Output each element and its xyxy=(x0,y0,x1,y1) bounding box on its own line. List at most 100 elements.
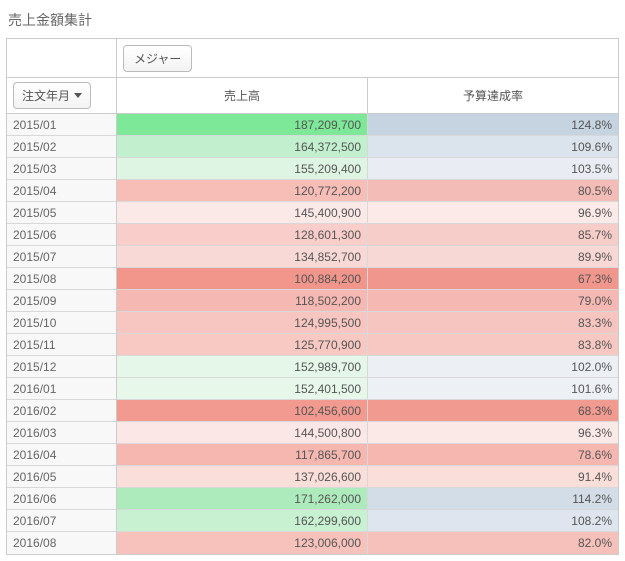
cell-rate[interactable]: 103.5% xyxy=(368,158,618,179)
row-label: 2015/07 xyxy=(7,246,116,268)
cell-rate[interactable]: 89.9% xyxy=(368,246,618,267)
cell-rate[interactable]: 68.3% xyxy=(368,400,618,421)
cell-sales[interactable]: 144,500,800 xyxy=(117,422,368,443)
row-label-cell[interactable]: 2015/05 xyxy=(7,202,116,223)
row-label-cell[interactable]: 2015/06 xyxy=(7,224,116,245)
cell-sales[interactable]: 162,299,600 xyxy=(117,510,368,531)
cell-sales[interactable]: 145,400,900 xyxy=(117,202,368,223)
cell-rate[interactable]: 80.5% xyxy=(368,180,618,201)
dimension-dropdown[interactable]: 注文年月 xyxy=(13,82,91,109)
cell-sales[interactable]: 152,989,700 xyxy=(117,356,368,377)
row-label: 2016/02 xyxy=(7,400,116,422)
table-row: 125,770,90083.8% xyxy=(117,334,618,356)
row-label-cell[interactable]: 2016/03 xyxy=(7,422,116,443)
row-header-pane: 注文年月 2015/012015/022015/032015/042015/05… xyxy=(7,39,117,554)
row-label-cell[interactable]: 2015/04 xyxy=(7,180,116,201)
cell-sales[interactable]: 125,770,900 xyxy=(117,334,368,355)
cell-rate[interactable]: 82.0% xyxy=(368,532,618,554)
row-label: 2015/03 xyxy=(7,158,116,180)
row-label-cell[interactable]: 2015/02 xyxy=(7,136,116,157)
column-header-sales[interactable]: 売上高 xyxy=(117,78,368,113)
column-headers: 売上高 予算達成率 xyxy=(117,78,618,114)
cell-rate[interactable]: 108.2% xyxy=(368,510,618,531)
cell-rate[interactable]: 114.2% xyxy=(368,488,618,509)
table-row: 162,299,600108.2% xyxy=(117,510,618,532)
cell-rate[interactable]: 78.6% xyxy=(368,444,618,465)
row-label: 2016/07 xyxy=(7,510,116,532)
row-label-cell[interactable]: 2016/07 xyxy=(7,510,116,531)
table-row: 102,456,60068.3% xyxy=(117,400,618,422)
cell-sales[interactable]: 137,026,600 xyxy=(117,466,368,487)
data-pane: メジャー 売上高 予算達成率 187,209,700124.8%164,372,… xyxy=(117,39,618,554)
cell-sales[interactable]: 117,865,700 xyxy=(117,444,368,465)
row-label: 2015/05 xyxy=(7,202,116,224)
cell-sales[interactable]: 152,401,500 xyxy=(117,378,368,399)
row-label-cell[interactable]: 2015/10 xyxy=(7,312,116,333)
measure-button[interactable]: メジャー xyxy=(123,45,192,72)
row-label-cell[interactable]: 2016/04 xyxy=(7,444,116,465)
cell-rate[interactable]: 124.8% xyxy=(368,114,618,135)
row-label: 2016/01 xyxy=(7,378,116,400)
row-label-cell[interactable]: 2016/08 xyxy=(7,532,116,554)
row-label: 2015/02 xyxy=(7,136,116,158)
cell-sales[interactable]: 187,209,700 xyxy=(117,114,368,135)
row-label-cell[interactable]: 2016/05 xyxy=(7,466,116,487)
row-labels: 2015/012015/022015/032015/042015/052015/… xyxy=(7,114,116,554)
row-label: 2016/04 xyxy=(7,444,116,466)
table-row: 118,502,20079.0% xyxy=(117,290,618,312)
table-row: 123,006,00082.0% xyxy=(117,532,618,554)
table-row: 171,262,000114.2% xyxy=(117,488,618,510)
cell-sales[interactable]: 164,372,500 xyxy=(117,136,368,157)
cell-rate[interactable]: 83.3% xyxy=(368,312,618,333)
measure-header-cell: メジャー xyxy=(117,39,618,78)
table-row: 124,995,50083.3% xyxy=(117,312,618,334)
cell-sales[interactable]: 120,772,200 xyxy=(117,180,368,201)
table-row: 120,772,20080.5% xyxy=(117,180,618,202)
row-label-cell[interactable]: 2016/06 xyxy=(7,488,116,509)
cell-sales[interactable]: 171,262,000 xyxy=(117,488,368,509)
cell-sales[interactable]: 102,456,600 xyxy=(117,400,368,421)
table-row: 117,865,70078.6% xyxy=(117,444,618,466)
cell-sales[interactable]: 118,502,200 xyxy=(117,290,368,311)
cell-rate[interactable]: 67.3% xyxy=(368,268,618,289)
cell-rate[interactable]: 85.7% xyxy=(368,224,618,245)
cell-rate[interactable]: 102.0% xyxy=(368,356,618,377)
row-label: 2016/08 xyxy=(7,532,116,554)
row-label-cell[interactable]: 2015/01 xyxy=(7,114,116,135)
row-label-cell[interactable]: 2015/09 xyxy=(7,290,116,311)
pivot-table: 注文年月 2015/012015/022015/032015/042015/05… xyxy=(6,38,619,555)
cell-rate[interactable]: 109.6% xyxy=(368,136,618,157)
row-label-cell[interactable]: 2015/08 xyxy=(7,268,116,289)
cell-sales[interactable]: 100,884,200 xyxy=(117,268,368,289)
row-label-cell[interactable]: 2015/11 xyxy=(7,334,116,355)
dimension-label: 注文年月 xyxy=(22,87,70,104)
cell-rate[interactable]: 83.8% xyxy=(368,334,618,355)
page-title: 売上金額集計 xyxy=(6,6,619,38)
row-label: 2015/11 xyxy=(7,334,116,356)
cell-rate[interactable]: 96.3% xyxy=(368,422,618,443)
cell-rate[interactable]: 91.4% xyxy=(368,466,618,487)
row-label-cell[interactable]: 2015/03 xyxy=(7,158,116,179)
row-label-cell[interactable]: 2015/12 xyxy=(7,356,116,377)
row-label: 2015/08 xyxy=(7,268,116,290)
row-label: 2015/10 xyxy=(7,312,116,334)
table-row: 134,852,70089.9% xyxy=(117,246,618,268)
table-row: 145,400,90096.9% xyxy=(117,202,618,224)
row-label-cell[interactable]: 2015/07 xyxy=(7,246,116,267)
cell-sales[interactable]: 124,995,500 xyxy=(117,312,368,333)
cell-sales[interactable]: 134,852,700 xyxy=(117,246,368,267)
cell-sales[interactable]: 128,601,300 xyxy=(117,224,368,245)
row-label: 2015/06 xyxy=(7,224,116,246)
cell-rate[interactable]: 96.9% xyxy=(368,202,618,223)
table-row: 100,884,20067.3% xyxy=(117,268,618,290)
dimension-header-cell: 注文年月 xyxy=(7,78,116,114)
column-header-rate[interactable]: 予算達成率 xyxy=(368,78,618,113)
row-label-cell[interactable]: 2016/02 xyxy=(7,400,116,421)
cell-sales[interactable]: 123,006,000 xyxy=(117,532,368,554)
table-row: 155,209,400103.5% xyxy=(117,158,618,180)
cell-sales[interactable]: 155,209,400 xyxy=(117,158,368,179)
cell-rate[interactable]: 79.0% xyxy=(368,290,618,311)
caret-down-icon xyxy=(74,93,82,98)
cell-rate[interactable]: 101.6% xyxy=(368,378,618,399)
row-label-cell[interactable]: 2016/01 xyxy=(7,378,116,399)
